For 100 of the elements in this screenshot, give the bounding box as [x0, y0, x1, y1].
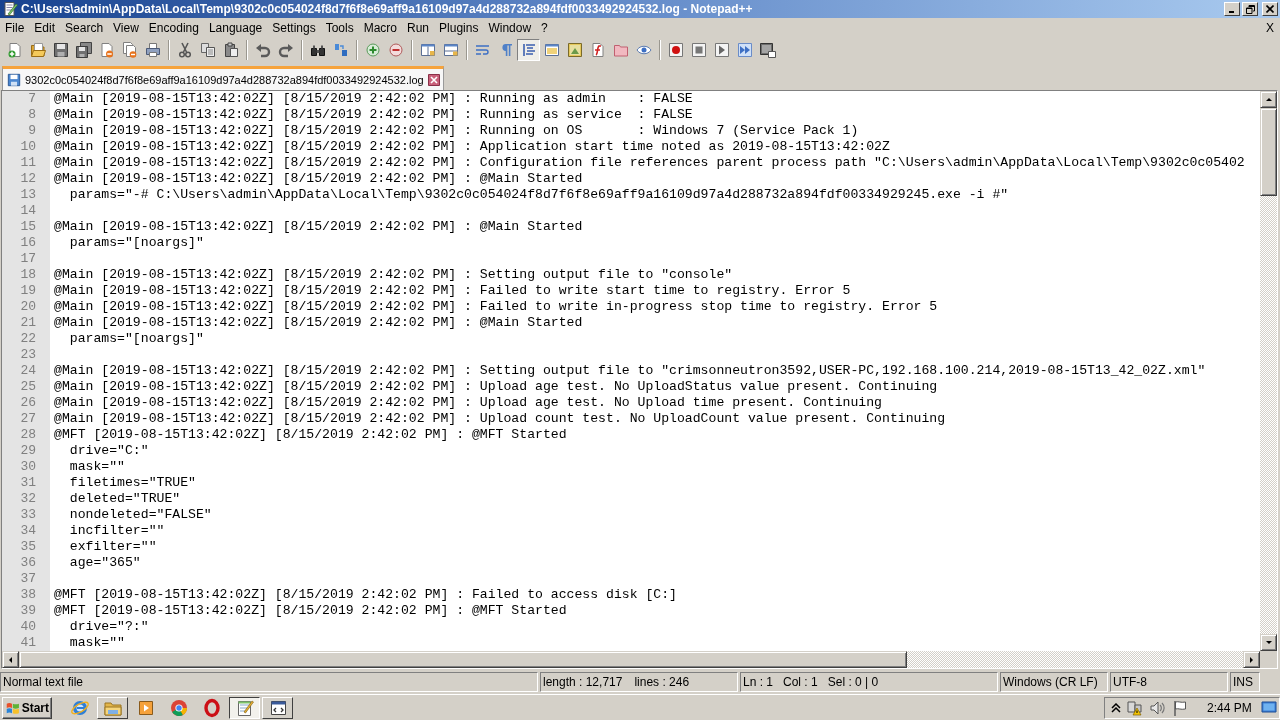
line-number: 34 — [2, 523, 50, 539]
code-line: incfilter="" — [68, 523, 165, 539]
scroll-down-button[interactable] — [1260, 634, 1277, 651]
menu-item[interactable]: Edit — [29, 21, 61, 35]
code-line: @Main [2019-08-15T13:42:02Z] [8/15/2019 2:42:02 PM] : @Main Started — [54, 171, 583, 187]
line-number: 37 — [2, 571, 50, 587]
clock[interactable]: 2:44 PM — [1207, 700, 1252, 715]
line-number: 33 — [2, 507, 50, 523]
line-number: 41 — [2, 635, 50, 651]
menu-item[interactable]: Language — [203, 21, 268, 35]
line-ending-label: Windows (CR LF) — [1000, 672, 1108, 692]
menu-item[interactable]: Macro — [358, 21, 402, 35]
chevron-up-icon[interactable] — [1111, 702, 1121, 713]
menu-item[interactable]: View — [108, 21, 144, 35]
code-line: @Main [2019-08-15T13:42:02Z] [8/15/2019 2:42:02 PM] : @Main Started — [54, 315, 583, 331]
selection-info: Sel : 0 | 0 — [827, 675, 879, 689]
indent-lines-icon — [520, 42, 537, 58]
clipboard-icon — [222, 42, 239, 58]
line-count: lines : 246 — [634, 675, 690, 689]
scroll-right-button[interactable] — [1243, 651, 1260, 668]
scrollbar-thumb[interactable] — [19, 651, 907, 668]
menu-item[interactable]: Plugins — [434, 21, 484, 35]
menu-item[interactable]: Search — [60, 21, 109, 35]
scissors-icon — [176, 42, 193, 58]
code-line: drive="C:" — [68, 443, 149, 459]
line-number: 23 — [2, 347, 50, 363]
monitor-icon[interactable] — [1261, 699, 1277, 716]
taskbar-button[interactable] — [229, 696, 260, 719]
line-number: 39 — [2, 603, 50, 619]
menu-item[interactable]: Run — [402, 21, 435, 35]
start-button[interactable]: Start — [2, 696, 52, 719]
flag-icon[interactable] — [1172, 698, 1188, 717]
code-line: @MFT [2019-08-15T13:42:02Z] [8/15/2019 2:42:02 PM] : @MFT Started — [54, 427, 567, 443]
stop-icon — [690, 42, 707, 58]
page-minus-icon — [98, 42, 115, 58]
menu-item[interactable]: ? — [536, 21, 553, 35]
page-plus-icon — [6, 42, 23, 58]
line-number: 19 — [2, 283, 50, 299]
line-number: 40 — [2, 619, 50, 635]
cursor-column: Col : 1 — [783, 675, 818, 689]
code-line: deleted="TRUE" — [68, 491, 181, 507]
line-number: 10 — [2, 139, 50, 155]
scrollbar-thumb[interactable] — [1260, 108, 1277, 196]
notepad-icon — [2, 1, 18, 17]
code-line: @Main [2019-08-15T13:42:02Z] [8/15/2019 2:42:02 PM] : Upload age test. No UploadStatus value present. Continuing — [54, 379, 938, 395]
line-number: 29 — [2, 443, 50, 459]
picture-frame-icon — [566, 42, 583, 58]
close-button[interactable] — [1262, 2, 1278, 16]
vertical-scrollbar[interactable] — [1260, 91, 1277, 651]
undo-icon — [254, 42, 271, 58]
menu-item[interactable]: File — [0, 21, 30, 35]
folder-icon — [29, 42, 46, 58]
close-icon — [1266, 5, 1274, 13]
zoom-in-icon — [364, 42, 381, 58]
scroll-up-button[interactable] — [1260, 91, 1277, 108]
close-document-button[interactable]: X — [1266, 21, 1274, 35]
code-line: mask="" — [68, 635, 125, 651]
line-number: 15 — [2, 219, 50, 235]
code-line: @Main [2019-08-15T13:42:02Z] [8/15/2019 2:42:02 PM] : Setting output file to "console" — [54, 267, 733, 283]
network-warning-icon[interactable] — [1126, 698, 1144, 717]
document-length: length : 12,717 — [543, 675, 623, 689]
line-number: 35 — [2, 539, 50, 555]
line-number: 30 — [2, 459, 50, 475]
code-line: @Main [2019-08-15T13:42:02Z] [8/15/2019 2:42:02 PM] : Upload age test. No Upload time present. Continuing — [54, 395, 882, 411]
window-title: C:\Users\admin\AppData\Local\Temp\9302c0c054024f8d7f6f8e69aff9a16109d97a4d288732a894fdf0033492924532.log - Notepad++ — [21, 2, 754, 16]
code-line: params="-# C:\Users\admin\AppData\Local\Temp\9302c0c054024f8d7f6f8e69aff9a16109d97a4d288732a894fdf00334929245.exe -i #" — [68, 187, 1009, 203]
line-number: 18 — [2, 267, 50, 283]
line-number: 31 — [2, 475, 50, 491]
minimize-button[interactable] — [1224, 2, 1240, 16]
close-icon[interactable] — [427, 73, 440, 86]
menu-item[interactable]: Window — [483, 21, 537, 35]
line-number: 17 — [2, 251, 50, 267]
line-number: 14 — [2, 203, 50, 219]
menu-item[interactable]: Settings — [267, 21, 321, 35]
menu-item[interactable]: Tools — [320, 21, 359, 35]
code-line: nondeleted="FALSE" — [68, 507, 212, 523]
folder-icon — [612, 42, 629, 58]
restore-icon — [1245, 4, 1255, 14]
indent-guide-button[interactable] — [517, 39, 540, 61]
function-page-icon — [589, 42, 606, 58]
line-number: 13 — [2, 187, 50, 203]
restore-button[interactable] — [1242, 2, 1258, 16]
swap-shapes-icon — [332, 42, 349, 58]
code-line: @Main [2019-08-15T13:42:02Z] [8/15/2019 2:42:02 PM] : Setting output file to "crimsonneutron3592,USER-PC,192.168.100.214,2019-08-15T13_42_02Z.xml" — [54, 363, 1206, 379]
floppy-disks-icon — [75, 42, 92, 58]
line-number: 25 — [2, 379, 50, 395]
code-line: @Main [2019-08-15T13:42:02Z] [8/15/2019 2:42:02 PM] : Running as admin : FALSE — [54, 91, 693, 107]
right-arrow-icon — [1248, 655, 1255, 664]
document-tab[interactable]: 9302c0c054024f8d7f6f8e69aff9a16109d97a4d288732a894fdf0033492924532.log — [2, 66, 444, 90]
code-line: @Main [2019-08-15T13:42:02Z] [8/15/2019 2:42:02 PM] : Failed to write in-progress stop time to registry. Error 5 — [54, 299, 938, 315]
code-line: @Main [2019-08-15T13:42:02Z] [8/15/2019 2:42:02 PM] : @Main Started — [54, 219, 583, 235]
menu-item[interactable]: Encoding — [143, 21, 204, 35]
encoding-label: UTF-8 — [1110, 672, 1228, 692]
scroll-left-button[interactable] — [2, 651, 19, 668]
line-number: 22 — [2, 331, 50, 347]
line-number: 20 — [2, 299, 50, 315]
pages-minus-icon — [121, 42, 138, 58]
line-number: 32 — [2, 491, 50, 507]
horizontal-scrollbar[interactable] — [2, 651, 1260, 668]
play-icon — [713, 42, 730, 58]
